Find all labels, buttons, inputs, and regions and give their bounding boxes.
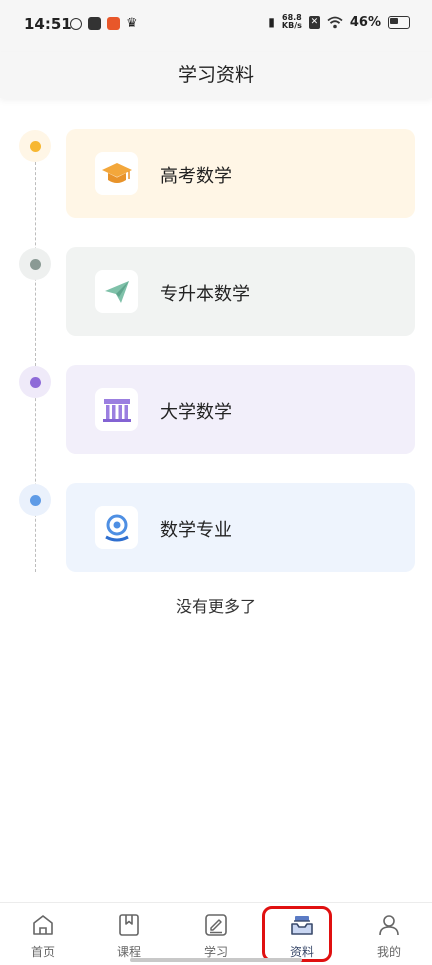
bookmark-book-icon [119,914,139,936]
vibrate-icon: ▮ [268,15,275,29]
timeline-dot [29,258,41,270]
battery-icon [388,15,410,29]
tab-courses[interactable]: 课程 [86,903,172,965]
timeline-dot [29,376,41,388]
crown-icon: ♛ [126,16,138,31]
battery-percent: 46% [349,14,381,30]
bottom-tab-bar: 首页 课程 学习 资料 我的 [0,902,432,965]
page-title: 学习资料 [177,64,254,86]
home-icon [33,915,53,935]
edit-note-icon [205,914,227,936]
status-right: ▮ 68.8 KB/s ✕ 46% [268,14,410,30]
app-notification-icon [70,17,82,30]
category-card-upgrade-math[interactable]: 专升本数学 [66,247,415,336]
category-card-math-major[interactable]: 数学专业 [66,483,415,572]
tab-label: 首页 [30,945,55,959]
status-time: 14:51 [24,15,72,33]
category-card-university-math[interactable]: 大学数学 [66,365,415,454]
timeline-dot [29,140,41,152]
location-pin-icon [95,506,138,549]
timeline-dot [29,494,41,506]
timeline-dot-3 [19,366,51,398]
highlight-annotation [262,906,332,962]
card-label: 高考数学 [160,166,232,187]
net-speed: 68.8 KB/s [281,13,302,30]
paper-plane-icon [95,270,138,313]
tab-home[interactable]: 首页 [0,903,86,965]
category-card-gaokao-math[interactable]: 高考数学 [66,129,415,218]
university-building-icon [95,388,138,431]
timeline-dot-1 [19,130,51,162]
timeline-dot-4 [19,484,51,516]
home-indicator [130,958,302,962]
tab-label: 我的 [376,945,401,959]
graduation-cap-icon [95,152,138,195]
wifi-icon [327,16,343,28]
user-icon [379,915,399,936]
sim-off-icon: ✕ [308,15,320,29]
play-app-icon [88,17,101,30]
timeline-dot-2 [19,248,51,280]
page-header: 学习资料 [0,52,432,98]
card-label: 数学专业 [160,520,232,541]
status-bar: 14:51 ♛ ▮ 68.8 KB/s ✕ 46% [0,0,432,52]
tab-study[interactable]: 学习 [173,903,259,965]
notification-icons: ♛ [70,17,138,30]
tab-mine[interactable]: 我的 [346,903,432,965]
card-label: 大学数学 [160,402,232,423]
card-label: 专升本数学 [160,284,250,305]
app-badge-icon [107,17,120,30]
list-end-text: 没有更多了 [175,597,256,616]
